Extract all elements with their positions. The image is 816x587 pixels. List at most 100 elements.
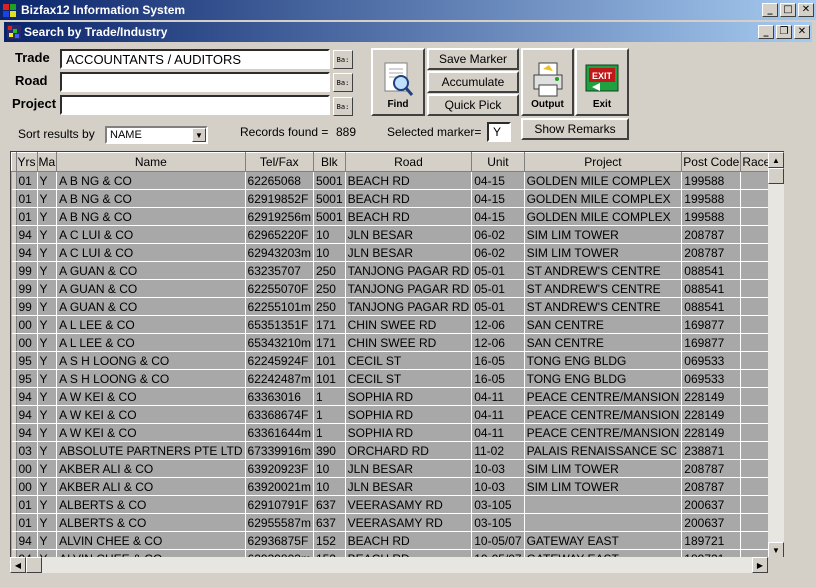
table-row[interactable]: 01 Y A B NG & CO 62919256m 5001 BEACH RD 04-15… (11, 207, 783, 226)
table-row[interactable]: 03 Y ABSOLUTE PARTNERS PTE LTD 67339916m 390… (11, 441, 783, 460)
road-lookup-icon[interactable]: Ba: (333, 73, 353, 92)
table-cell[interactable]: A B NG & CO (56, 207, 246, 226)
table-cell[interactable]: CHIN SWEE RD (345, 315, 473, 334)
table-cell[interactable]: 5001 (313, 189, 346, 208)
table-cell[interactable]: 208787 (681, 243, 742, 262)
table-cell[interactable]: 62255070F (245, 279, 314, 298)
table-cell[interactable]: BEACH RD (345, 531, 473, 550)
table-cell[interactable]: ST ANDREW'S CENTRE (524, 261, 683, 280)
table-cell[interactable]: CECIL ST (345, 351, 473, 370)
table-cell[interactable]: 208787 (681, 459, 742, 478)
table-cell[interactable]: 04-11 (471, 405, 525, 424)
table-cell[interactable]: BEACH RD (345, 189, 473, 208)
table-cell[interactable]: 088541 (681, 261, 742, 280)
table-cell[interactable]: JLN BESAR (345, 459, 473, 478)
marker-input[interactable]: Y (487, 122, 511, 142)
table-cell[interactable]: SOPHIA RD (345, 405, 473, 424)
table-cell[interactable]: SIM LIM TOWER (524, 225, 683, 244)
table-cell[interactable]: 00 (16, 459, 38, 478)
table-cell[interactable]: 01 (16, 189, 38, 208)
table-cell[interactable]: 12-06 (471, 315, 525, 334)
table-cell[interactable]: 171 (313, 333, 346, 352)
table-cell[interactable]: 62245924F (245, 351, 314, 370)
table-cell[interactable]: 94 (16, 243, 38, 262)
table-cell[interactable]: 62255101m (245, 297, 314, 316)
table-cell[interactable]: 94 (16, 423, 38, 442)
column-header[interactable]: Post Code (681, 152, 742, 172)
table-cell[interactable]: PEACE CENTRE/MANSION (524, 423, 683, 442)
table-cell[interactable]: Y (37, 423, 58, 442)
table-cell[interactable]: 67339916m (245, 441, 314, 460)
table-cell[interactable]: 62242487m (245, 369, 314, 388)
table-cell[interactable]: 06-02 (471, 243, 525, 262)
table-cell[interactable]: Y (37, 207, 58, 226)
table-row[interactable]: 99 Y A GUAN & CO 63235707 250 TANJONG PAGAR R… (11, 261, 783, 280)
table-row[interactable]: 94 Y ALVIN CHEE & CO 62936875F 152 BEACH RD 10… (11, 531, 783, 550)
table-cell[interactable]: GOLDEN MILE COMPLEX (524, 207, 683, 226)
table-cell[interactable]: SOPHIA RD (345, 423, 473, 442)
table-row[interactable]: 94 Y A C LUI & CO 62943203m 10 JLN BESAR 06-02… (11, 243, 783, 262)
table-row[interactable]: 95 Y A S H LOONG & CO 62242487m 101 CECIL ST 1… (11, 369, 783, 388)
close-icon[interactable]: ✕ (798, 3, 814, 17)
table-cell[interactable]: 16-05 (471, 369, 525, 388)
vertical-scrollbar[interactable]: ▲ ▼ (768, 152, 784, 558)
table-cell[interactable]: CECIL ST (345, 369, 473, 388)
table-cell[interactable]: 95 (16, 369, 38, 388)
table-cell[interactable]: 01 (16, 207, 38, 226)
table-cell[interactable]: 208787 (681, 225, 742, 244)
table-cell[interactable]: 00 (16, 477, 38, 496)
trade-lookup-icon[interactable]: Ba: (333, 50, 353, 69)
project-input[interactable] (60, 95, 330, 115)
table-cell[interactable]: TANJONG PAGAR RD (345, 297, 473, 316)
column-header[interactable]: Tel/Fax (244, 152, 314, 172)
table-cell[interactable]: Y (37, 459, 58, 478)
quick-pick-button[interactable]: Quick Pick (427, 94, 519, 116)
table-cell[interactable]: A L LEE & CO (56, 315, 246, 334)
table-cell[interactable]: 228149 (681, 387, 742, 406)
table-cell[interactable]: TONG ENG BLDG (524, 369, 683, 388)
table-cell[interactable]: 01 (16, 495, 38, 514)
table-cell[interactable]: 63920923F (245, 459, 314, 478)
table-row[interactable]: 94 Y A W KEI & CO 63368674F 1 SOPHIA RD 04-11 P… (11, 405, 783, 424)
table-cell[interactable]: JLN BESAR (345, 477, 473, 496)
table-cell[interactable]: A GUAN & CO (56, 279, 246, 298)
table-cell[interactable]: TANJONG PAGAR RD (345, 279, 473, 298)
table-cell[interactable]: 99 (16, 279, 38, 298)
table-cell[interactable]: 10-03 (471, 459, 525, 478)
table-cell[interactable]: A S H LOONG & CO (56, 351, 246, 370)
table-cell[interactable]: 62919852F (245, 189, 314, 208)
table-cell[interactable]: PEACE CENTRE/MANSION (524, 387, 683, 406)
table-cell[interactable]: TANJONG PAGAR RD (345, 261, 473, 280)
form-minimize-icon[interactable]: _ (758, 25, 774, 39)
column-header[interactable]: Blk (312, 152, 346, 172)
table-cell[interactable]: 10-05/07 (471, 531, 525, 550)
table-cell[interactable]: 01 (16, 513, 38, 532)
horizontal-scrollbar[interactable]: ◀ ▶ (10, 557, 768, 573)
table-cell[interactable]: 12-06 (471, 333, 525, 352)
table-cell[interactable]: 03-105 (471, 495, 525, 514)
table-cell[interactable]: BEACH RD (345, 207, 473, 226)
table-cell[interactable]: A GUAN & CO (56, 297, 246, 316)
table-cell[interactable]: JLN BESAR (345, 225, 473, 244)
table-cell[interactable]: Y (37, 261, 58, 280)
table-cell[interactable]: A W KEI & CO (56, 423, 246, 442)
table-cell[interactable]: 99 (16, 297, 38, 316)
table-cell[interactable]: 00 (16, 315, 38, 334)
table-cell[interactable]: 63920021m (245, 477, 314, 496)
table-cell[interactable]: 95 (16, 351, 38, 370)
column-header[interactable]: Project (523, 152, 683, 172)
table-cell[interactable]: 1 (313, 405, 346, 424)
table-cell[interactable]: 05-01 (471, 279, 525, 298)
column-header[interactable]: Name (56, 152, 246, 172)
table-cell[interactable]: 01 (16, 171, 38, 190)
table-cell[interactable]: 390 (313, 441, 346, 460)
exit-button[interactable]: EXIT Exit (575, 48, 629, 116)
table-cell[interactable]: A W KEI & CO (56, 387, 246, 406)
table-cell[interactable]: 088541 (681, 297, 742, 316)
table-cell[interactable]: SOPHIA RD (345, 387, 473, 406)
table-cell[interactable]: 04-15 (471, 189, 525, 208)
table-cell[interactable]: 62965220F (245, 225, 314, 244)
table-cell[interactable]: 63361644m (245, 423, 314, 442)
table-cell[interactable]: PALAIS RENAISSANCE SC (524, 441, 683, 460)
table-cell[interactable]: ST ANDREW'S CENTRE (524, 297, 683, 316)
